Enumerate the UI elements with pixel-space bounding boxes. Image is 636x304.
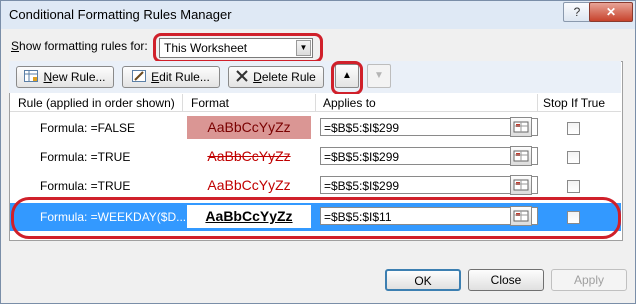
- range-select-icon[interactable]: [510, 175, 532, 195]
- applies-to-field[interactable]: =$B$5:$I$299: [320, 176, 538, 194]
- rule-row[interactable]: Formula: =TRUE AaBbCcYyZz =$B$5:$I$299: [10, 143, 621, 171]
- header-divider: [182, 94, 183, 111]
- delete-rule-button[interactable]: Delete Rule: [228, 66, 324, 88]
- stop-if-true-checkbox[interactable]: [567, 122, 580, 135]
- ok-button[interactable]: OK: [385, 269, 461, 291]
- header-divider: [537, 94, 538, 111]
- applies-to-value: =$B$5:$I$299: [324, 150, 400, 164]
- dialog-window: Conditional Formatting Rules Manager ? ✕…: [0, 0, 636, 304]
- rule-formula: Formula: =TRUE: [40, 179, 131, 193]
- range-select-icon[interactable]: [510, 146, 532, 166]
- rule-row[interactable]: Formula: =FALSE AaBbCcYyZz =$B$5:$I$299: [10, 114, 621, 142]
- rules-toolbar: New Rule... Edit Rule... Delete Rule ▲ ▼: [9, 61, 621, 93]
- dialog-title: Conditional Formatting Rules Manager: [9, 7, 232, 22]
- rule-row[interactable]: Formula: =TRUE AaBbCcYyZz =$B$5:$I$299: [10, 172, 621, 200]
- annotation-circle-selected-rule: [11, 197, 621, 239]
- title-bar: Conditional Formatting Rules Manager ? ✕: [1, 1, 635, 29]
- show-rules-label: Show formatting rules for:: [11, 39, 148, 53]
- rules-table-header: Rule (applied in order shown) Format App…: [10, 94, 621, 112]
- format-preview: AaBbCcYyZz: [187, 116, 311, 139]
- rule-formula: Formula: =FALSE: [40, 121, 136, 135]
- close-button[interactable]: Close: [468, 269, 544, 291]
- rule-formula: Formula: =TRUE: [40, 150, 131, 164]
- close-window-button[interactable]: ✕: [589, 2, 633, 22]
- move-down-button[interactable]: ▼: [367, 64, 391, 88]
- annotation-circle-move-up: [331, 61, 363, 95]
- header-format: Format: [191, 96, 230, 110]
- applies-to-value: =$B$5:$I$299: [324, 121, 400, 135]
- edit-rule-icon: [132, 68, 147, 88]
- stop-if-true-checkbox[interactable]: [567, 180, 580, 193]
- applies-to-field[interactable]: =$B$5:$I$299: [320, 118, 538, 136]
- applies-to-field[interactable]: =$B$5:$I$299: [320, 147, 538, 165]
- range-select-icon[interactable]: [510, 117, 532, 137]
- header-divider: [315, 94, 316, 111]
- annotation-circle-dropdown: [153, 33, 323, 63]
- header-rule: Rule (applied in order shown): [18, 96, 175, 110]
- format-preview: AaBbCcYyZz: [207, 177, 291, 193]
- stop-if-true-checkbox[interactable]: [567, 151, 580, 164]
- new-rule-button[interactable]: New Rule...: [16, 66, 114, 88]
- header-stop-if-true: Stop If True: [543, 96, 606, 110]
- applies-to-value: =$B$5:$I$299: [324, 179, 400, 193]
- format-preview: AaBbCcYyZz: [207, 148, 291, 164]
- delete-icon: [236, 68, 248, 88]
- help-button[interactable]: ?: [563, 2, 591, 22]
- edit-rule-button[interactable]: Edit Rule...: [122, 66, 220, 88]
- apply-button[interactable]: Apply: [551, 269, 627, 291]
- header-applies-to: Applies to: [323, 96, 376, 110]
- new-rule-icon: [24, 68, 39, 88]
